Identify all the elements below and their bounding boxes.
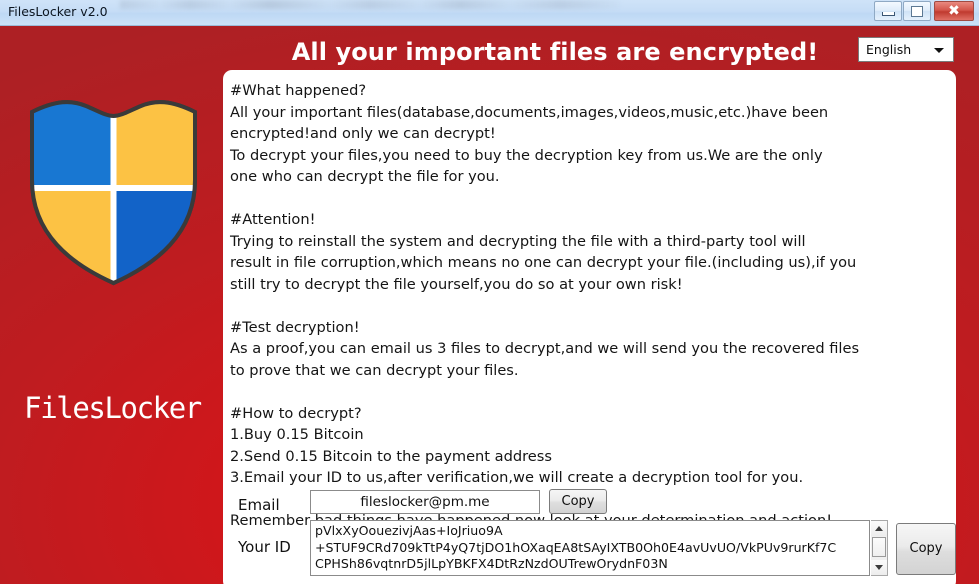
chevron-down-icon (934, 48, 944, 53)
close-button[interactable]: ✖ (934, 1, 974, 21)
titlebar-background-artifact (120, 0, 620, 9)
id-copy-button[interactable]: Copy (896, 523, 956, 575)
language-dropdown[interactable]: English (858, 37, 954, 62)
fileslocker-window: FilesLocker v2.0 ✖ All your important fi… (0, 0, 979, 584)
brand-name: FilesLocker (24, 391, 202, 425)
scrollbar-thumb[interactable] (872, 537, 886, 557)
minimize-icon (875, 2, 901, 20)
language-dropdown-value: English (866, 42, 912, 57)
content-panel: #What happened? All your important files… (223, 70, 956, 584)
email-input[interactable]: fileslocker@pm.me (310, 490, 540, 514)
id-row: Your ID pVlxXyOouezivjAas+IoJriuo9A +STU… (230, 520, 956, 584)
ransom-note-text: #What happened? All your important files… (230, 82, 860, 529)
ransom-background: All your important files are encrypted! … (0, 26, 979, 584)
email-row: Email fileslocker@pm.me Copy (230, 489, 950, 520)
scroll-up-icon[interactable] (871, 521, 887, 536)
window-title: FilesLocker v2.0 (8, 4, 108, 19)
scroll-down-icon[interactable] (871, 560, 887, 575)
maximize-button[interactable] (903, 1, 931, 21)
your-id-value: pVlxXyOouezivjAas+IoJriuo9A +STUF9CRd709… (315, 523, 837, 571)
your-id-scrollbar[interactable] (871, 520, 888, 576)
shield-icon (26, 84, 201, 289)
close-icon: ✖ (948, 3, 960, 19)
window-titlebar[interactable]: FilesLocker v2.0 ✖ (0, 0, 979, 26)
email-copy-button[interactable]: Copy (549, 489, 607, 514)
page-title: All your important files are encrypted! (291, 38, 819, 66)
your-id-textarea[interactable]: pVlxXyOouezivjAas+IoJriuo9A +STUF9CRd709… (310, 520, 870, 576)
minimize-button[interactable] (874, 1, 902, 21)
your-id-label: Your ID (238, 538, 291, 556)
brand-column: FilesLocker (0, 66, 225, 466)
email-label: Email (238, 496, 280, 514)
maximize-icon (904, 2, 930, 20)
